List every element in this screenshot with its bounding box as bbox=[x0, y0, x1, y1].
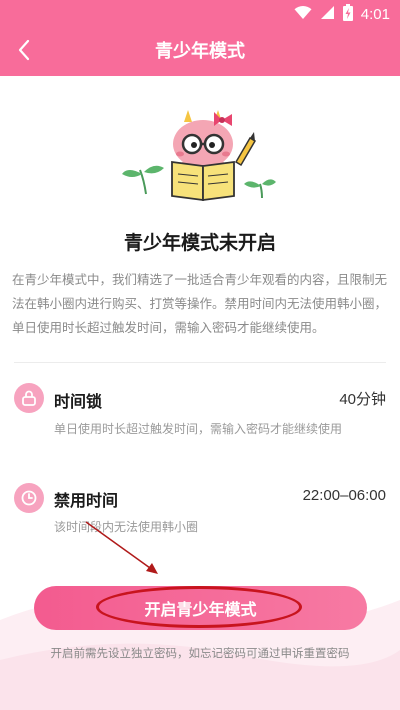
password-note: 开启前需先设立独立密码，如忘记密码可通过申诉重置密码 bbox=[50, 646, 350, 660]
enable-youth-mode-button[interactable]: 开启青少年模式 bbox=[34, 586, 367, 630]
